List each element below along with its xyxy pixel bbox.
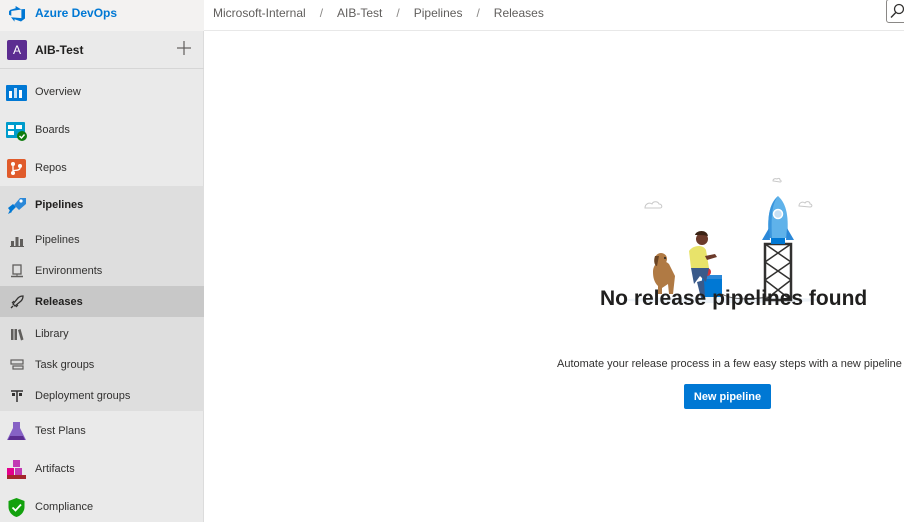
sidebar-item-artifacts[interactable]: Artifacts (0, 450, 204, 488)
brand[interactable]: Azure DevOps (0, 0, 204, 31)
sidebar-subitem-pipelines[interactable]: Pipelines (0, 224, 204, 255)
sidebar-item-label: Pipelines (35, 199, 84, 211)
sidebar-subitem-releases[interactable]: Releases (0, 286, 204, 317)
sidebar-subitem-deployment-groups[interactable]: Deployment groups (0, 380, 204, 411)
sidebar: A AIB-Test Overview Boards Repos Pipelin… (0, 31, 204, 522)
breadcrumb: Microsoft-Internal / AIB-Test / Pipeline… (213, 6, 558, 20)
pipelines-sub-icon (10, 237, 24, 247)
sidebar-subitem-label: Pipelines (35, 234, 80, 246)
plus-icon[interactable] (176, 40, 192, 56)
search-button[interactable] (886, 0, 904, 23)
sidebar-subitem-label: Library (35, 328, 69, 340)
sidebar-item-label: Test Plans (35, 425, 86, 437)
sidebar-item-overview[interactable]: Overview (0, 73, 204, 111)
pipelines-section: Pipelines Pipelines Environments Release… (0, 186, 204, 411)
sidebar-item-repos[interactable]: Repos (0, 149, 204, 187)
empty-state-title-text: No release pipelines found (600, 287, 868, 310)
new-pipeline-button[interactable]: New pipeline (684, 384, 771, 409)
sidebar-item-label: Overview (35, 86, 81, 98)
project-name: AIB-Test (35, 43, 84, 57)
sidebar-subitem-label: Task groups (35, 359, 95, 371)
project-header[interactable]: A AIB-Test (0, 31, 204, 69)
library-icon (11, 329, 24, 341)
sidebar-item-pipelines[interactable]: Pipelines (0, 186, 204, 224)
search-icon (890, 3, 904, 18)
breadcrumb-separator: / (476, 6, 480, 20)
test-plans-icon (7, 422, 26, 440)
sidebar-subitem-label: Releases (35, 296, 83, 308)
project-avatar: A (7, 40, 27, 60)
artifacts-icon (7, 460, 26, 479)
repos-icon (7, 159, 26, 178)
empty-state-illustration (623, 177, 823, 303)
sidebar-item-label: Compliance (35, 501, 94, 513)
sidebar-subitem-library[interactable]: Library (0, 318, 204, 349)
sidebar-item-label: Repos (35, 162, 67, 174)
boards-icon (6, 122, 27, 141)
releases-icon (10, 295, 24, 309)
breadcrumb-releases[interactable]: Releases (494, 6, 544, 20)
sidebar-subitem-environments[interactable]: Environments (0, 255, 204, 286)
app-name: Azure DevOps (35, 6, 118, 20)
azure-devops-logo-icon (9, 6, 25, 22)
compliance-icon (8, 498, 25, 517)
sidebar-item-compliance[interactable]: Compliance (0, 488, 204, 522)
sidebar-item-label: Boards (35, 124, 70, 136)
task-groups-icon (10, 359, 24, 370)
sidebar-subitem-task-groups[interactable]: Task groups (0, 349, 204, 380)
breadcrumb-pipelines[interactable]: Pipelines (414, 6, 463, 20)
breadcrumb-project[interactable]: AIB-Test (337, 6, 382, 20)
deployment-groups-icon (11, 390, 23, 402)
empty-state-description: Automate your release process in a few e… (557, 358, 902, 370)
breadcrumb-separator: / (396, 6, 400, 20)
sidebar-subitem-label: Environments (35, 265, 103, 277)
breadcrumb-separator: / (319, 6, 324, 20)
environments-icon (11, 264, 23, 278)
sidebar-subitem-label: Deployment groups (35, 390, 131, 402)
overview-icon (6, 85, 27, 101)
empty-state-title: No release pipelines found (600, 287, 867, 311)
top-bar: Azure DevOps Microsoft-Internal / AIB-Te… (0, 0, 904, 31)
sidebar-item-test-plans[interactable]: Test Plans (0, 412, 204, 450)
sidebar-item-label: Artifacts (35, 463, 75, 475)
sidebar-item-boards[interactable]: Boards (0, 111, 204, 149)
breadcrumb-organization[interactable]: Microsoft-Internal (213, 6, 306, 20)
pipelines-icon (8, 198, 26, 214)
